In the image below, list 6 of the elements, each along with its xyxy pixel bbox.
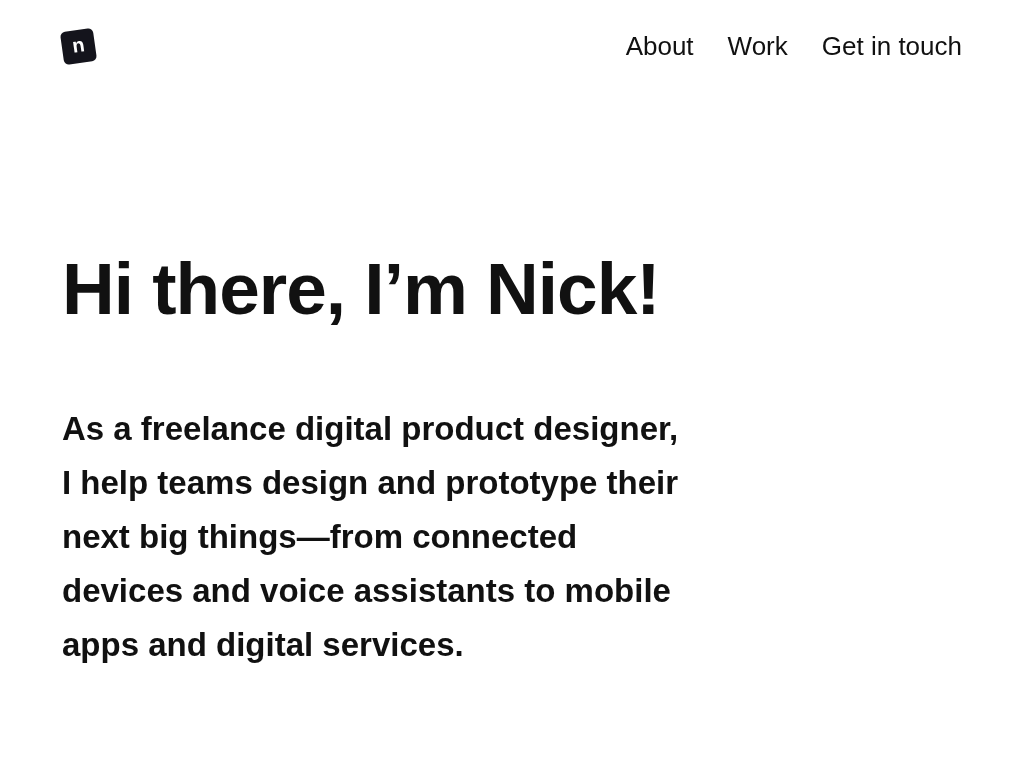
nav-link[interactable]: About (625, 29, 694, 63)
nav-link[interactable]: Work (727, 29, 788, 63)
site-logo[interactable]: n (59, 27, 98, 66)
intro-paragraph: As a freelance digital product designer, I help teams design and prototype their next big things—from connected devices and voice assistants to mobile apps and digital services. (62, 409, 680, 665)
nav-link[interactable]: Get in touch (821, 29, 962, 63)
hero-heading: Hi there, I’m Nick! (62, 252, 660, 325)
